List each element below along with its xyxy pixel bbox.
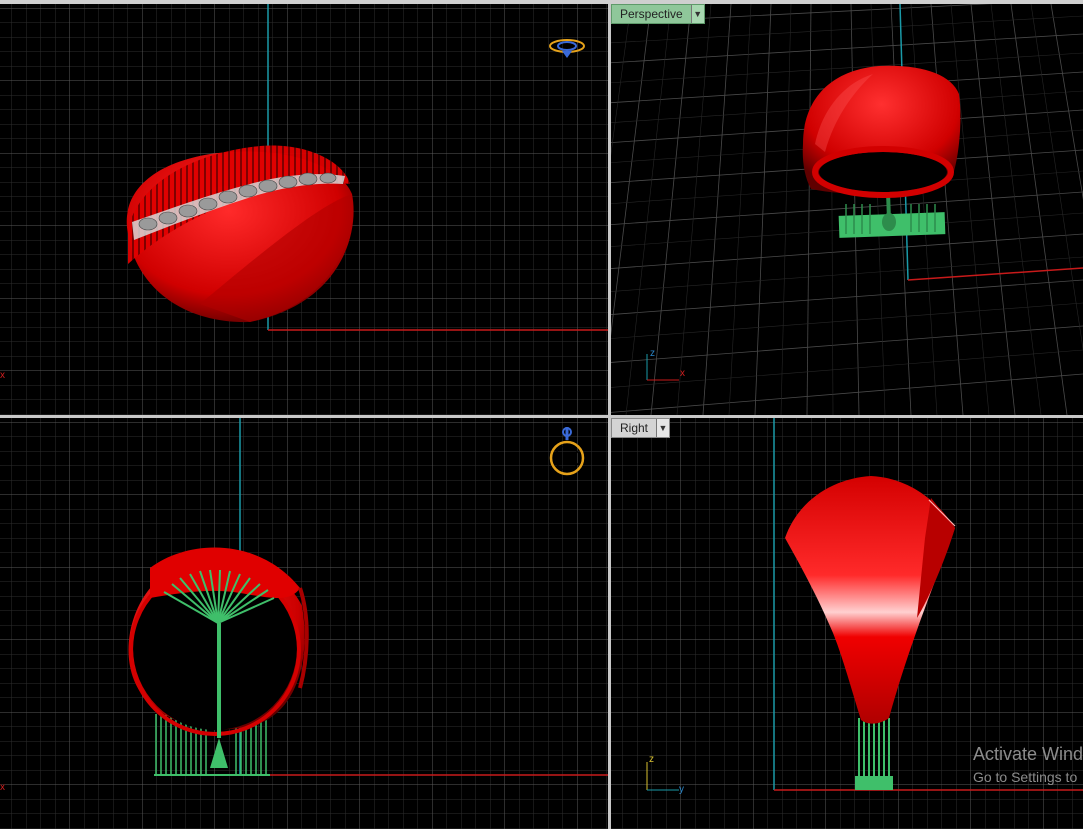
viewport-label-text: Right (620, 421, 649, 435)
axis-x-label: x (680, 368, 685, 379)
watermark-title: Activate Wind (972, 744, 1083, 764)
activation-watermark: Activate Wind Go to Settings to (973, 744, 1083, 785)
viewport-label-perspective[interactable]: Perspective ▼ (611, 4, 705, 24)
dropdown-arrow-icon[interactable]: ▼ (656, 419, 670, 437)
viewport-top-canvas (0, 4, 608, 415)
axis-triad-icon (646, 354, 679, 381)
axis-z-label: z (650, 348, 655, 359)
axis-x-label: x (0, 370, 5, 381)
viewport-right[interactable]: Right ▼ z y Activate Wind Go to Settings… (611, 418, 1083, 829)
viewport-top[interactable]: x (0, 4, 608, 415)
axis-y-label: y (679, 784, 684, 795)
viewport-label-right[interactable]: Right ▼ (611, 418, 671, 438)
axis-z-label: z (649, 754, 654, 765)
axis-triad-icon (646, 762, 679, 791)
axis-x-label: x (0, 782, 5, 793)
viewport-front-canvas (0, 418, 608, 829)
dropdown-arrow-icon[interactable]: ▼ (690, 5, 704, 23)
viewport-label-text: Perspective (620, 7, 683, 21)
watermark-subtitle: Go to Settings to (972, 769, 1078, 785)
viewport-perspective[interactable]: Perspective ▼ z x (611, 4, 1083, 415)
viewport-front[interactable]: x (0, 418, 608, 829)
